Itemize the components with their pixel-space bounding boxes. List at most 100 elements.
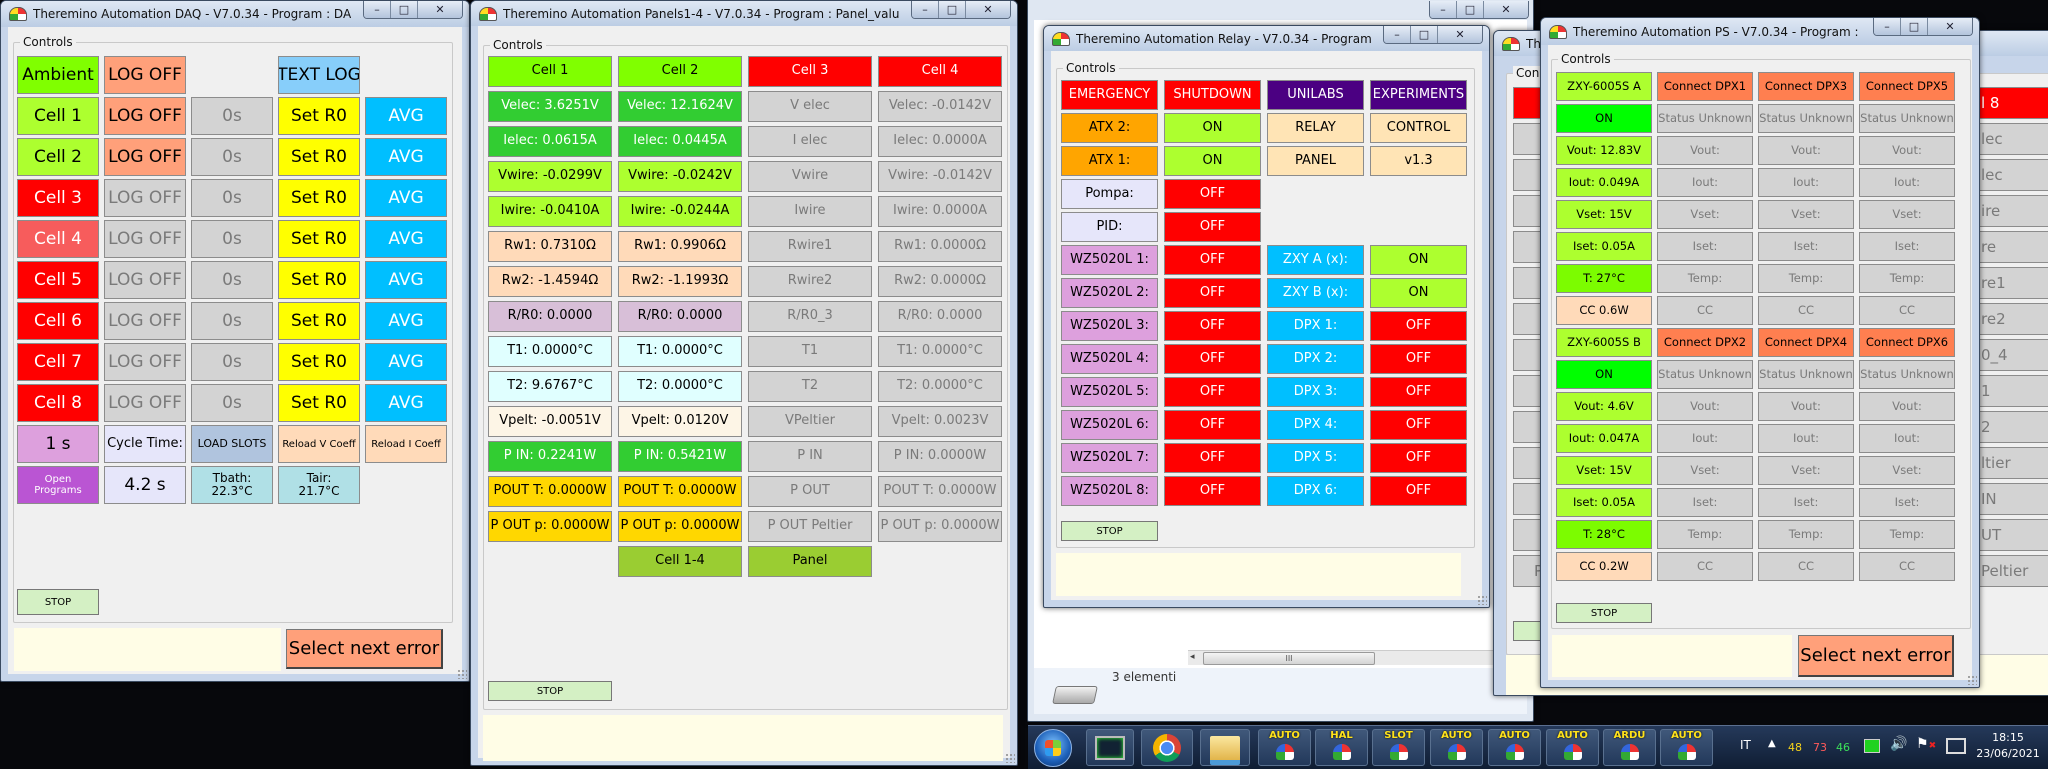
- panels-cell-r5-c3[interactable]: Rw1: 0.0000Ω: [878, 231, 1002, 262]
- ps-cell-r8-c1[interactable]: Connect DPX2: [1657, 328, 1753, 357]
- panels-cell-r1-c2[interactable]: V elec: [748, 91, 872, 122]
- daq-cell-r8-c2[interactable]: 0s: [191, 384, 273, 422]
- panels-cell-r7-c0[interactable]: R/R0: 0.0000: [488, 301, 612, 332]
- relay-cell-r5-c2[interactable]: ZXY A (x):: [1267, 245, 1364, 275]
- ps-cell-r15-c2[interactable]: CC: [1758, 552, 1854, 581]
- daq-cell-r3-c1[interactable]: LOG OFF: [104, 179, 186, 217]
- panels-cell-r6-c3[interactable]: Rw2: 0.0000Ω: [878, 266, 1002, 297]
- ps-cell-r5-c3[interactable]: Iset:: [1859, 232, 1955, 261]
- taskbar-app-auto[interactable]: AUTO: [1660, 729, 1713, 766]
- panels-cell-r12-c2[interactable]: P OUT: [748, 476, 872, 507]
- panels-cell-r3-c0[interactable]: Vwire: -0.0299V: [488, 161, 612, 192]
- daq-cell-r2-c2[interactable]: 0s: [191, 138, 273, 176]
- ps-cell-r15-c1[interactable]: CC: [1657, 552, 1753, 581]
- relay-cell-r7-c2[interactable]: DPX 1:: [1267, 311, 1364, 341]
- ps-cell-r14-c1[interactable]: Temp:: [1657, 520, 1753, 549]
- ps-cell-r10-c0[interactable]: Vout: 4.6V: [1556, 392, 1652, 421]
- daq-cell-r2-c4[interactable]: AVG: [365, 138, 447, 176]
- ps-cell-r9-c2[interactable]: Status Unknown: [1758, 360, 1854, 389]
- panels-cell-r0-c0[interactable]: Cell 1: [488, 56, 612, 87]
- daq-cell-r9-c0[interactable]: 1 s: [17, 425, 99, 463]
- panels-5-8-cell-right[interactable]: UT: [1975, 519, 2048, 551]
- daq-cell-r6-c0[interactable]: Cell 6: [17, 302, 99, 340]
- relay-cell-r10-c2[interactable]: DPX 4:: [1267, 410, 1364, 440]
- daq-cell-r1-c4[interactable]: AVG: [365, 97, 447, 135]
- relay-cell-r5-c3[interactable]: ON: [1370, 245, 1467, 275]
- ps-cell-r2-c0[interactable]: Vout: 12.83V: [1556, 136, 1652, 165]
- scroll-left-arrow-icon[interactable]: ◂: [1190, 652, 1195, 662]
- relay-cell-r2-c0[interactable]: ATX 1:: [1061, 146, 1158, 176]
- relay-cell-r9-c1[interactable]: OFF: [1164, 377, 1261, 407]
- relay-cell-r1-c2[interactable]: RELAY: [1267, 113, 1364, 143]
- panels-5-8-cell-right[interactable]: 0_4: [1975, 339, 2048, 371]
- relay-cell-r7-c0[interactable]: WZ5020L 3:: [1061, 311, 1158, 341]
- ps-cell-r4-c3[interactable]: Vset:: [1859, 200, 1955, 229]
- relay-cell-r11-c0[interactable]: WZ5020L 7:: [1061, 443, 1158, 473]
- close-button[interactable]: ✕: [966, 1, 1010, 18]
- panels-cell-r7-c2[interactable]: R/R0_3: [748, 301, 872, 332]
- ps-cell-r1-c2[interactable]: Status Unknown: [1758, 104, 1854, 133]
- ps-cell-r3-c0[interactable]: Iout: 0.049A: [1556, 168, 1652, 197]
- panels-5-8-cell-right[interactable]: re2: [1975, 303, 2048, 335]
- ps-cell-r13-c1[interactable]: Iset:: [1657, 488, 1753, 517]
- daq-cell-r5-c0[interactable]: Cell 5: [17, 261, 99, 299]
- ps-cell-r4-c0[interactable]: Vset: 15V: [1556, 200, 1652, 229]
- relay-cell-r9-c0[interactable]: WZ5020L 5:: [1061, 377, 1158, 407]
- panels-cell-r11-c2[interactable]: P IN: [748, 441, 872, 472]
- panels-cell-r12-c1[interactable]: POUT T: 0.0000W: [618, 476, 742, 507]
- daq-cell-r5-c4[interactable]: AVG: [365, 261, 447, 299]
- close-button[interactable]: ✕: [1438, 26, 1482, 43]
- panels-cell-r5-c2[interactable]: Rwire1: [748, 231, 872, 262]
- panels-cell-r4-c2[interactable]: Iwire: [748, 196, 872, 227]
- ps-cell-r9-c0[interactable]: ON: [1556, 360, 1652, 389]
- relay-cell-r2-c2[interactable]: PANEL: [1267, 146, 1364, 176]
- daq-cell-r9-c1[interactable]: Cycle Time:: [104, 425, 186, 463]
- ps-cell-r10-c2[interactable]: Vout:: [1758, 392, 1854, 421]
- file-explorer-button[interactable]: [1200, 729, 1250, 766]
- ps-cell-r0-c3[interactable]: Connect DPX5: [1859, 72, 1955, 101]
- language-indicator[interactable]: IT: [1740, 738, 1751, 752]
- select-next-error-button[interactable]: Select next error: [1798, 635, 1954, 677]
- daq-cell-r7-c4[interactable]: AVG: [365, 343, 447, 381]
- daq-cell-r5-c2[interactable]: 0s: [191, 261, 273, 299]
- ps-cell-r13-c2[interactable]: Iset:: [1758, 488, 1854, 517]
- ps-cell-r3-c3[interactable]: Iout:: [1859, 168, 1955, 197]
- panels-cell-r7-c1[interactable]: R/R0: 0.0000: [618, 301, 742, 332]
- panels-cell-r8-c1[interactable]: T1: 0.0000°C: [618, 336, 742, 367]
- daq-cell-r4-c4[interactable]: AVG: [365, 220, 447, 258]
- ps-cell-r0-c2[interactable]: Connect DPX3: [1758, 72, 1854, 101]
- daq-cell-r7-c1[interactable]: LOG OFF: [104, 343, 186, 381]
- panels-5-8-cell-right[interactable]: Peltier: [1975, 555, 2048, 587]
- daq-cell-r4-c1[interactable]: LOG OFF: [104, 220, 186, 258]
- daq-cell-r8-c4[interactable]: AVG: [365, 384, 447, 422]
- daq-cell-r10-c3[interactable]: Tair: 21.7°C: [278, 466, 360, 504]
- ps-cell-r5-c0[interactable]: Iset: 0.05A: [1556, 232, 1652, 261]
- taskbar-app-auto[interactable]: AUTO: [1546, 729, 1599, 766]
- taskbar-app-auto[interactable]: AUTO: [1258, 729, 1311, 766]
- relay-cell-r6-c3[interactable]: ON: [1370, 278, 1467, 308]
- daq-cell-r10-c2[interactable]: Tbath: 22.3°C: [191, 466, 273, 504]
- ps-cell-r5-c1[interactable]: Iset:: [1657, 232, 1753, 261]
- panels-5-8-cell-right[interactable]: l 8: [1975, 87, 2048, 119]
- relay-cell-r10-c1[interactable]: OFF: [1164, 410, 1261, 440]
- panels-5-8-cell-right[interactable]: lec: [1975, 123, 2048, 155]
- clock[interactable]: 18:15 23/06/2021: [1973, 730, 2043, 762]
- daq-cell-r2-c1[interactable]: LOG OFF: [104, 138, 186, 176]
- panels-cell-r0-c1[interactable]: Cell 2: [618, 56, 742, 87]
- panels-cell-r3-c3[interactable]: Vwire: -0.0142V: [878, 161, 1002, 192]
- daq-cell-r6-c4[interactable]: AVG: [365, 302, 447, 340]
- taskbar-app-auto[interactable]: AUTO: [1430, 729, 1483, 766]
- panels-cell-r9-c1[interactable]: T2: 0.0000°C: [618, 371, 742, 402]
- daq-cell-r1-c3[interactable]: Set R0: [278, 97, 360, 135]
- panels-cell-r1-c0[interactable]: Velec: 3.6251V: [488, 91, 612, 122]
- relay-cell-r4-c0[interactable]: PID:: [1061, 212, 1158, 242]
- panels-cell-r7-c3[interactable]: R/R0: 0.0000: [878, 301, 1002, 332]
- resize-grip-icon[interactable]: [1005, 753, 1015, 763]
- ps-cell-r14-c2[interactable]: Temp:: [1758, 520, 1854, 549]
- panels-cell-r13-c1[interactable]: P OUT p: 0.0000W: [618, 511, 742, 542]
- relay-cell-r5-c0[interactable]: WZ5020L 1:: [1061, 245, 1158, 275]
- relay-cell-r9-c2[interactable]: DPX 3:: [1267, 377, 1364, 407]
- ps-cell-r8-c3[interactable]: Connect DPX6: [1859, 328, 1955, 357]
- select-next-error-button[interactable]: Select next error: [286, 629, 443, 669]
- daq-cell-r0-c1[interactable]: LOG OFF: [104, 56, 186, 94]
